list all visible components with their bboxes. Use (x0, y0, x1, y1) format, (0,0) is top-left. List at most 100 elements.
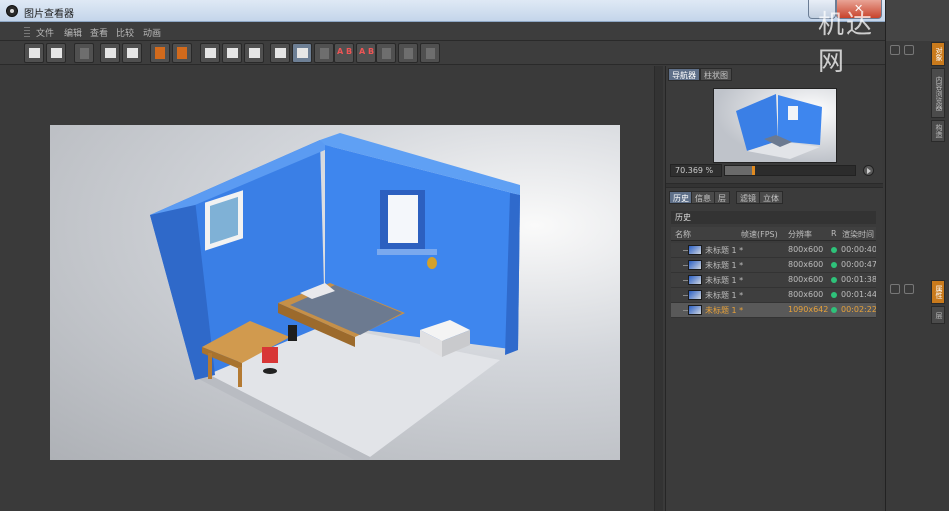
menu-file[interactable]: 文件 (36, 26, 54, 39)
status-dot (831, 262, 837, 268)
navigator-thumbnail[interactable] (713, 88, 837, 163)
menu-view[interactable]: 查看 (90, 26, 108, 39)
set-a-icon[interactable] (334, 43, 354, 63)
history-row-name: 未标题 1 * (705, 261, 744, 270)
history-row-time: 00:01:44 (841, 290, 876, 299)
rendered-room-image[interactable] (50, 125, 620, 460)
tab-layer[interactable]: 层 (931, 306, 945, 324)
tab-layers[interactable]: 层 (714, 191, 730, 204)
c4d-side-panel: 对象 内容浏览器 构造 属性 层 (885, 0, 949, 511)
history-row-time: 00:01:38 (841, 275, 876, 284)
side-panel-header (886, 0, 949, 41)
swap-icon[interactable] (376, 43, 396, 63)
region-icon[interactable] (244, 43, 264, 63)
menu-edit[interactable]: 编辑 (64, 26, 82, 39)
search-icon[interactable] (904, 45, 914, 55)
watermark: 机达网 (818, 10, 875, 77)
split-selected-icon[interactable] (292, 43, 312, 63)
frame-b-icon[interactable] (222, 43, 242, 63)
vase (427, 257, 437, 269)
tab-filter[interactable]: 滤镜 (736, 191, 760, 204)
zoom-slider[interactable] (724, 165, 856, 176)
render-thumbnail-icon (688, 245, 702, 255)
menu-compare[interactable]: 比较 (116, 26, 134, 39)
tab-structure[interactable]: 构造 (931, 120, 945, 142)
tab-attributes[interactable]: 属性 (931, 280, 945, 304)
compare-icon[interactable] (270, 43, 290, 63)
history-row[interactable]: 未标题 1 * 800x600 00:00:47 (671, 258, 876, 273)
status-dot (831, 247, 837, 253)
tab-history[interactable]: 历史 (669, 191, 693, 204)
menu-animation[interactable]: 动画 (143, 26, 161, 39)
history-row-time: 00:02:22 (841, 305, 876, 314)
tab-histogram[interactable]: 柱状图 (700, 68, 732, 81)
zoom-slider-fill (725, 166, 752, 175)
frame-a-icon[interactable] (200, 43, 220, 63)
history-row-name: 未标题 1 * (705, 291, 744, 300)
window-glass (388, 195, 418, 243)
history-row-resolution: 800x600 (788, 245, 824, 254)
tab-objects[interactable]: 对象 (931, 42, 945, 66)
history-row[interactable]: 未标题 1 * 1090x642 00:02:22 (671, 303, 876, 318)
tab-stereo[interactable]: 立体 (759, 191, 783, 204)
zoom-slider-knob[interactable] (752, 166, 755, 175)
render-thumbnail-icon (688, 305, 702, 315)
render-settings-icon[interactable] (122, 43, 142, 63)
cinema4d-icon (6, 5, 18, 17)
target-icon[interactable] (904, 284, 914, 294)
history-row-name: 未标题 1 * (705, 306, 744, 315)
lock-icon[interactable] (890, 284, 900, 294)
render-thumbnail-icon (688, 290, 702, 300)
set-b-icon[interactable] (356, 43, 376, 63)
col-resolution[interactable]: 分辨率 (788, 229, 812, 240)
tab-content-browser[interactable]: 内容浏览器 (931, 68, 945, 118)
status-dot (831, 277, 837, 283)
history-row-time: 00:00:47 (841, 260, 876, 269)
right-panel: 导航器 柱状图 70.369 % 历史 信息 层 滤镜 立体 历史 名称 帧速(… (665, 66, 883, 511)
history-row-name: 未标题 1 * (705, 276, 744, 285)
tab-navigator[interactable]: 导航器 (668, 68, 700, 81)
toolbar (0, 41, 885, 65)
trash-bin (288, 325, 297, 341)
window-title: 图片查看器 (24, 9, 74, 20)
navigator-room-thumbnail (736, 94, 822, 159)
history-row[interactable]: 未标题 1 * 800x600 00:01:38 (671, 273, 876, 288)
tab-info[interactable]: 信息 (691, 191, 715, 204)
col-render-time[interactable]: 渲染时间 (842, 229, 876, 240)
ab-split-icon[interactable] (420, 43, 440, 63)
col-fps[interactable]: 帧速(FPS) (741, 229, 778, 240)
save-icon[interactable] (46, 43, 66, 63)
history-row-name: 未标题 1 * (705, 246, 744, 255)
history-table-header: 名称 帧速(FPS) 分辨率 R 渲染时间 (671, 227, 876, 241)
split-icon[interactable] (314, 43, 334, 63)
panel-divider[interactable] (666, 183, 883, 188)
paste-orange-icon[interactable] (172, 43, 192, 63)
picture-viewer-window: 图片查看器 文件 编辑 查看 比较 动画 (0, 0, 885, 511)
col-name[interactable]: 名称 (675, 229, 691, 240)
menu-bar: 文件 编辑 查看 比较 动画 (0, 22, 885, 41)
history-row[interactable]: 未标题 1 * 800x600 00:00:40 (671, 243, 876, 258)
home-icon[interactable] (890, 45, 900, 55)
col-r[interactable]: R (831, 229, 837, 238)
ab-icon[interactable] (398, 43, 418, 63)
open-icon[interactable] (24, 43, 44, 63)
render-thumbnail-icon (688, 260, 702, 270)
history-row-resolution: 800x600 (788, 260, 824, 269)
zoom-field[interactable]: 70.369 % (670, 164, 722, 177)
render-icon[interactable] (100, 43, 120, 63)
history-row[interactable]: 未标题 1 * 800x600 00:01:44 (671, 288, 876, 303)
history-section-title: 历史 (671, 211, 876, 224)
copy-orange-icon[interactable] (150, 43, 170, 63)
render-thumbnail-icon (688, 275, 702, 285)
history-row-time: 00:00:40 (841, 245, 876, 254)
history-row-resolution: 800x600 (788, 290, 824, 299)
viewport-scrollbar[interactable] (654, 66, 663, 511)
grid-icon[interactable] (74, 43, 94, 63)
play-icon[interactable] (863, 165, 874, 176)
title-bar: 图片查看器 (0, 0, 885, 22)
room-scene (150, 133, 520, 460)
history-row-resolution: 800x600 (788, 275, 824, 284)
history-row-resolution: 1090x642 (788, 305, 829, 314)
chair (262, 347, 278, 363)
status-dot (831, 307, 837, 313)
